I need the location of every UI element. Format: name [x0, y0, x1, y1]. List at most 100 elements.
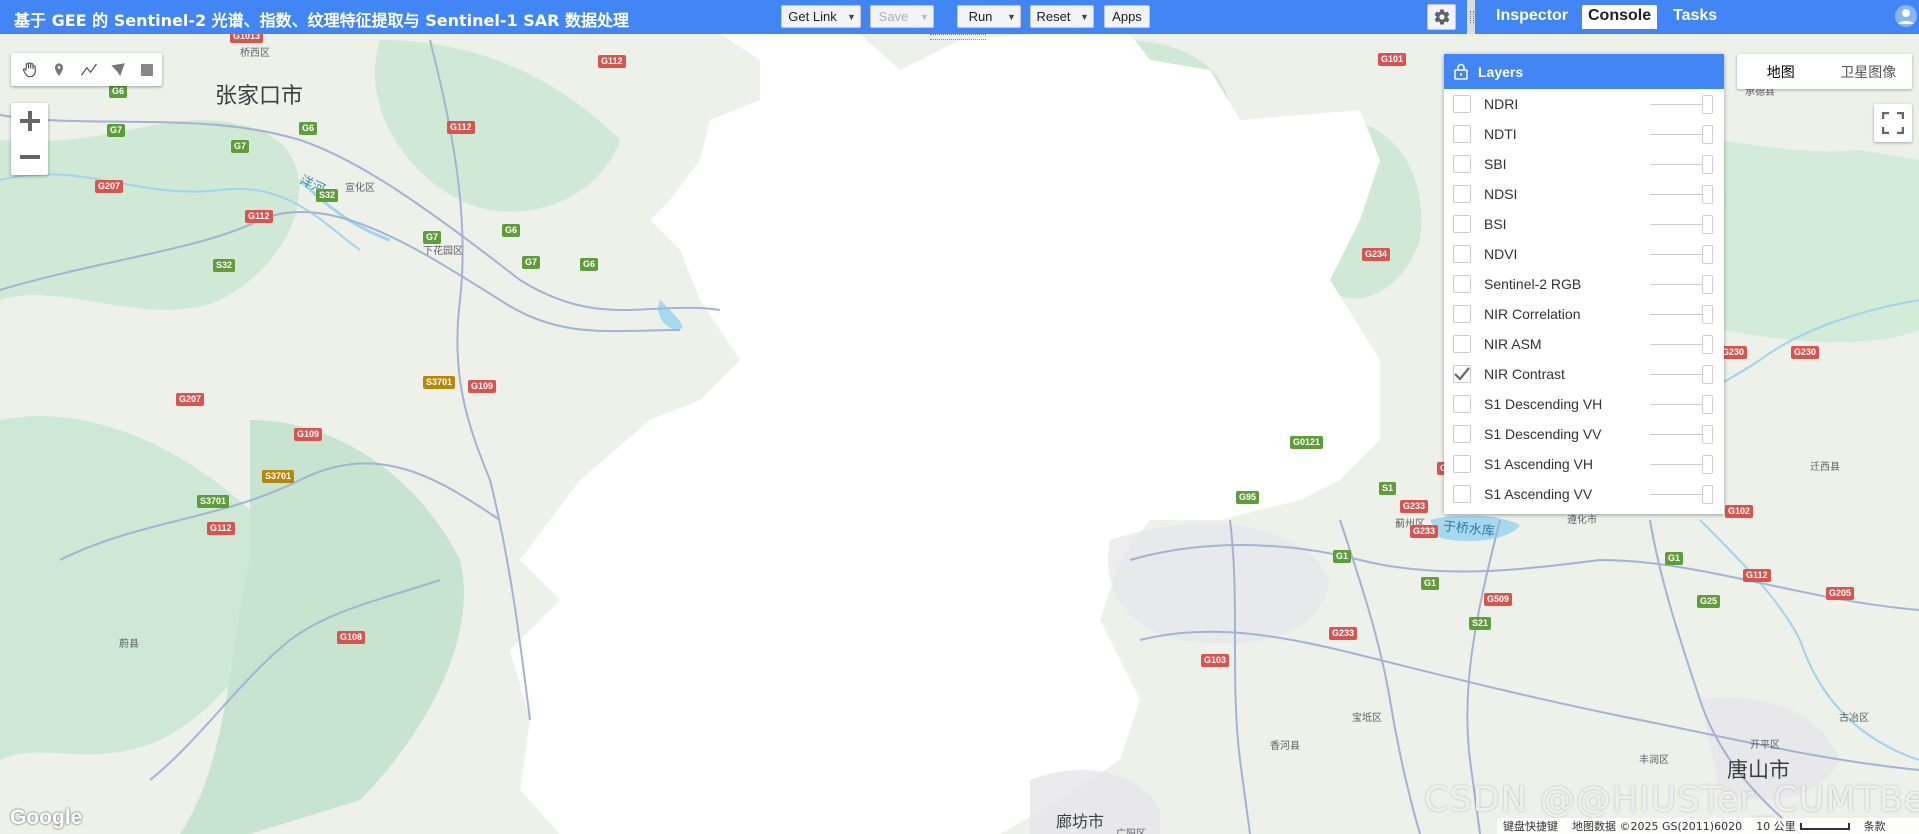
layer-opacity-slider[interactable] [1702, 305, 1713, 324]
map-data-attribution[interactable]: 地图数据 ©2025 GS(2011)6020 [1572, 818, 1742, 834]
layer-opacity-slider[interactable] [1702, 245, 1713, 264]
gear-icon [1434, 9, 1449, 25]
layer-visibility-checkbox[interactable] [1453, 275, 1471, 293]
layer-opacity-slider[interactable] [1702, 95, 1713, 114]
layer-opacity-track[interactable] [1650, 284, 1708, 285]
layer-opacity-track[interactable] [1650, 464, 1708, 465]
run-dropdown[interactable]: ▼ [1003, 5, 1021, 28]
road-shield: G112 [245, 210, 273, 223]
zoom-out-button[interactable] [11, 139, 48, 175]
layer-opacity-track[interactable] [1650, 344, 1708, 345]
layer-opacity-track[interactable] [1650, 404, 1708, 405]
layer-list: NDRI NDTI SBI NDSI BSI NDVI Sentinel-2 RGB NIR … [1444, 89, 1724, 509]
layer-row[interactable]: NIR Contrast [1444, 359, 1724, 389]
layer-row[interactable]: SBI [1444, 149, 1724, 179]
layer-opacity-slider[interactable] [1702, 215, 1713, 234]
save-button[interactable]: Save [870, 5, 917, 28]
keyboard-shortcuts-link[interactable]: 键盘快捷键 [1503, 818, 1558, 834]
layer-row[interactable]: S1 Descending VH [1444, 389, 1724, 419]
layer-opacity-slider[interactable] [1702, 185, 1713, 204]
layer-visibility-checkbox[interactable] [1453, 335, 1471, 353]
layer-opacity-track[interactable] [1650, 224, 1708, 225]
terms-link[interactable]: 条款 [1864, 818, 1886, 834]
tab-tasks[interactable]: Tasks [1667, 5, 1723, 29]
layer-row[interactable]: NDTI [1444, 119, 1724, 149]
panel-splitter[interactable] [1467, 0, 1475, 34]
layer-row[interactable]: Sentinel-2 RGB [1444, 269, 1724, 299]
layer-row[interactable]: NIR ASM [1444, 329, 1724, 359]
apps-button[interactable]: Apps [1104, 5, 1150, 28]
map-resize-handle[interactable] [930, 34, 986, 40]
layers-header[interactable]: Layers [1444, 54, 1724, 89]
add-marker-tool[interactable] [44, 55, 73, 85]
layer-opacity-slider[interactable] [1702, 455, 1713, 474]
reset-dropdown[interactable]: ▼ [1076, 5, 1094, 28]
layer-opacity-track[interactable] [1650, 494, 1708, 495]
zoom-in-button[interactable] [11, 103, 48, 139]
zoom-control [11, 103, 48, 175]
layer-row[interactable]: S1 Ascending VH [1444, 449, 1724, 479]
layer-row[interactable]: NIR Correlation [1444, 299, 1724, 329]
road-shield: G112 [447, 121, 475, 134]
layer-visibility-checkbox[interactable] [1453, 455, 1471, 473]
layer-visibility-checkbox[interactable] [1453, 245, 1471, 263]
layer-visibility-checkbox[interactable] [1453, 185, 1471, 203]
district-label: 下花园区 [423, 246, 463, 257]
layer-row[interactable]: NDSI [1444, 179, 1724, 209]
layer-opacity-slider[interactable] [1702, 395, 1713, 414]
layer-visibility-checkbox[interactable] [1453, 305, 1471, 323]
layer-opacity-track[interactable] [1650, 374, 1708, 375]
layer-opacity-track[interactable] [1650, 314, 1708, 315]
layer-visibility-checkbox[interactable] [1453, 95, 1471, 113]
layer-opacity-slider[interactable] [1702, 335, 1713, 354]
pan-hand-tool[interactable] [15, 55, 44, 85]
tab-inspector[interactable]: Inspector [1490, 5, 1574, 29]
map-type-map-button[interactable]: 地图 [1737, 54, 1825, 89]
layer-visibility-checkbox[interactable] [1453, 215, 1471, 233]
layer-visibility-checkbox[interactable] [1453, 125, 1471, 143]
layer-opacity-slider[interactable] [1702, 365, 1713, 384]
get-link-dropdown[interactable]: ▼ [843, 5, 861, 28]
right-panel-tabs: Inspector Console Tasks [1475, 0, 1919, 34]
layer-opacity-track[interactable] [1650, 164, 1708, 165]
layer-opacity-slider[interactable] [1702, 485, 1713, 504]
layer-visibility-checkbox[interactable] [1453, 155, 1471, 173]
tab-console[interactable]: Console [1582, 5, 1658, 29]
layer-opacity-track[interactable] [1650, 434, 1708, 435]
get-link-button[interactable]: Get Link [781, 5, 844, 28]
settings-button[interactable] [1427, 4, 1456, 30]
save-dropdown[interactable]: ▼ [916, 5, 934, 28]
layer-row[interactable]: NDVI [1444, 239, 1724, 269]
reset-button[interactable]: Reset [1030, 5, 1077, 28]
drawing-tools [11, 53, 162, 86]
road-shield: G234 [1362, 248, 1391, 261]
layer-opacity-slider[interactable] [1702, 275, 1713, 294]
run-button[interactable]: Run [957, 5, 1004, 28]
layer-visibility-checkbox[interactable] [1453, 485, 1471, 503]
draw-rectangle-tool[interactable] [133, 55, 162, 85]
user-avatar-icon[interactable] [1894, 4, 1918, 28]
road-shield: G7 [423, 231, 442, 244]
layer-row[interactable]: BSI [1444, 209, 1724, 239]
layer-visibility-checkbox[interactable] [1453, 395, 1471, 413]
layer-visibility-checkbox[interactable] [1453, 425, 1471, 443]
layer-opacity-slider[interactable] [1702, 125, 1713, 144]
draw-line-tool[interactable] [74, 55, 103, 85]
layer-opacity-track[interactable] [1650, 254, 1708, 255]
scale-label[interactable]: 10 公里 [1756, 818, 1796, 834]
layer-visibility-checkbox[interactable] [1453, 365, 1471, 383]
layer-opacity-slider[interactable] [1702, 155, 1713, 174]
layer-opacity-track[interactable] [1650, 104, 1708, 105]
layer-opacity-track[interactable] [1650, 134, 1708, 135]
layer-row[interactable]: NDRI [1444, 89, 1724, 119]
map-type-satellite-button[interactable]: 卫星图像 [1825, 54, 1913, 89]
checkmark-icon [1454, 367, 1470, 381]
draw-polygon-tool[interactable] [103, 55, 132, 85]
layer-opacity-track[interactable] [1650, 194, 1708, 195]
layer-opacity-slider[interactable] [1702, 425, 1713, 444]
fullscreen-button[interactable] [1874, 104, 1912, 142]
road-shield: S1 [1379, 482, 1397, 495]
layer-row[interactable]: S1 Ascending VV [1444, 479, 1724, 509]
layer-row[interactable]: S1 Descending VV [1444, 419, 1724, 449]
lock-icon[interactable] [1454, 63, 1468, 80]
